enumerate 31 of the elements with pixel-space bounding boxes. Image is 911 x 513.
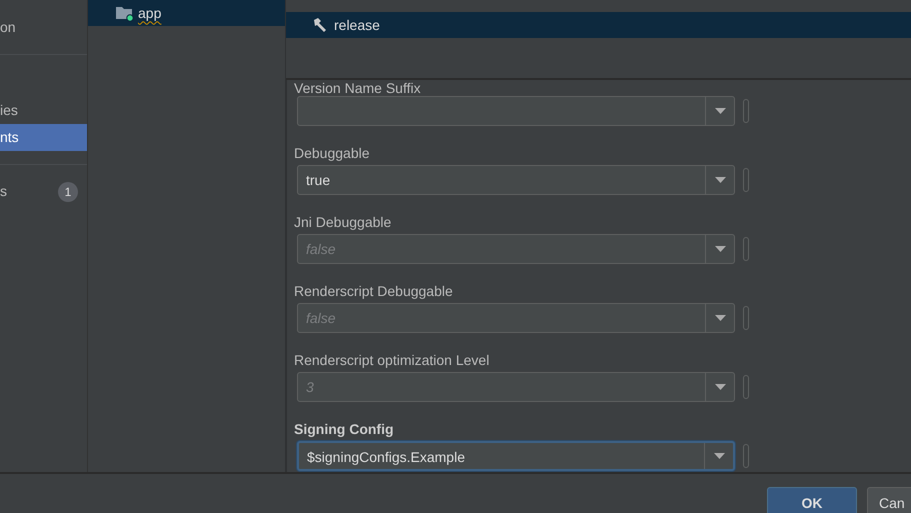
dropdown-field[interactable]: true	[297, 165, 735, 195]
field-label: Renderscript optimization Level	[294, 351, 490, 370]
count-badge: 1	[58, 182, 78, 202]
dropdown-arrow-icon[interactable]	[714, 384, 726, 390]
sidebar-item[interactable]: s 1	[0, 178, 87, 205]
field-label: Renderscript Debuggable	[294, 282, 454, 301]
dropdown-arrow-icon[interactable]	[714, 315, 726, 321]
scroll-handle	[743, 99, 749, 123]
cancel-button[interactable]: Can	[867, 487, 911, 513]
scroll-handle	[743, 306, 749, 330]
sidebar-item[interactable]: nts	[0, 124, 87, 165]
dropdown-arrow-icon[interactable]	[714, 108, 726, 114]
scroll-handle	[743, 168, 749, 192]
dropdown-field[interactable]	[297, 96, 735, 126]
scroll-handle	[743, 237, 749, 261]
field-label: Version Name Suffix	[294, 80, 422, 96]
dropdown-arrow-icon[interactable]	[714, 246, 726, 252]
folder-icon	[115, 4, 134, 22]
sidebar-item[interactable]: on	[0, 14, 87, 55]
build-type-row[interactable]: release	[286, 12, 911, 38]
ok-button[interactable]: OK	[767, 487, 857, 513]
dropdown-arrow-icon[interactable]	[714, 453, 724, 459]
scroll-handle	[743, 375, 749, 399]
field-label: Signing Config	[294, 420, 395, 439]
dropdown-arrow-icon[interactable]	[714, 177, 726, 183]
dropdown-field[interactable]: $signingConfigs.Example	[297, 441, 735, 471]
field-label: Jni Debuggable	[294, 213, 392, 232]
scroll-handle	[743, 444, 749, 468]
sidebar-item[interactable]: ies	[0, 97, 87, 124]
field-label: Debuggable	[294, 144, 371, 163]
module-row[interactable]: app	[88, 0, 285, 26]
